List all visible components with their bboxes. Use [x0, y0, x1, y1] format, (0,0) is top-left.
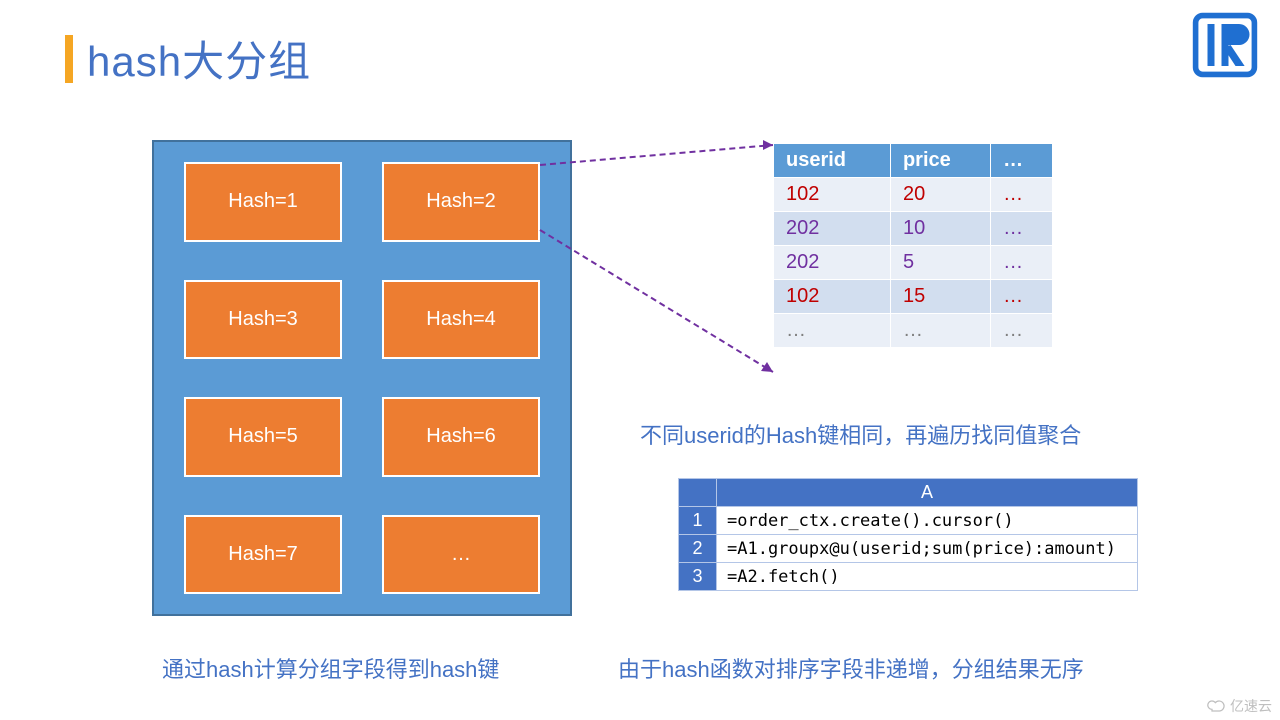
- corner-cell: [679, 479, 717, 507]
- hash-cell: …: [382, 515, 540, 595]
- cell: …: [991, 280, 1053, 314]
- watermark-text: 亿速云: [1230, 696, 1272, 716]
- caption-unordered: 由于hash函数对排序字段非递增，分组结果无序: [618, 652, 1084, 684]
- cell: 10: [890, 212, 990, 246]
- cell: …: [774, 314, 891, 348]
- cell: 102: [774, 178, 891, 212]
- brand-logo: [1190, 10, 1260, 80]
- cell: …: [890, 314, 990, 348]
- cell: 5: [890, 246, 990, 280]
- col-header-A: A: [717, 479, 1138, 507]
- hash-cell: Hash=1: [184, 162, 342, 242]
- hash-cell: Hash=4: [382, 280, 540, 360]
- cell: 15: [890, 280, 990, 314]
- hash-cell: Hash=6: [382, 397, 540, 477]
- slide-title: hash大分组: [65, 28, 311, 89]
- hash-bucket-grid: Hash=1 Hash=2 Hash=3 Hash=4 Hash=5 Hash=…: [152, 140, 572, 616]
- cell: 202: [774, 246, 891, 280]
- cell: …: [991, 178, 1053, 212]
- title-accent: [65, 35, 73, 83]
- cell: …: [991, 314, 1053, 348]
- title-text: hash大分组: [87, 28, 311, 89]
- col-header: price: [890, 144, 990, 178]
- bucket-data-table: userid price … 10220… 20210… 2025… 10215…: [773, 143, 1053, 348]
- hash-cell: Hash=3: [184, 280, 342, 360]
- code-table: A 1=order_ctx.create().cursor() 2=A1.gro…: [678, 478, 1138, 591]
- cell: 202: [774, 212, 891, 246]
- cell: …: [991, 246, 1053, 280]
- hash-cell: Hash=5: [184, 397, 342, 477]
- col-header: userid: [774, 144, 891, 178]
- col-header: …: [991, 144, 1053, 178]
- code-cell: =A1.groupx@u(userid;sum(price):amount): [717, 535, 1138, 563]
- rownum: 2: [679, 535, 717, 563]
- hash-cell: Hash=2: [382, 162, 540, 242]
- hash-cell: Hash=7: [184, 515, 342, 595]
- cell: 20: [890, 178, 990, 212]
- rownum: 1: [679, 507, 717, 535]
- cell: …: [991, 212, 1053, 246]
- code-cell: =order_ctx.create().cursor(): [717, 507, 1138, 535]
- watermark: 亿速云: [1207, 696, 1272, 716]
- caption-hash-compute: 通过hash计算分组字段得到hash键: [162, 652, 499, 684]
- cell: 102: [774, 280, 891, 314]
- rownum: 3: [679, 563, 717, 591]
- code-cell: =A2.fetch(): [717, 563, 1138, 591]
- caption-hashkey-same: 不同userid的Hash键相同，再遍历找同值聚合: [640, 418, 1081, 450]
